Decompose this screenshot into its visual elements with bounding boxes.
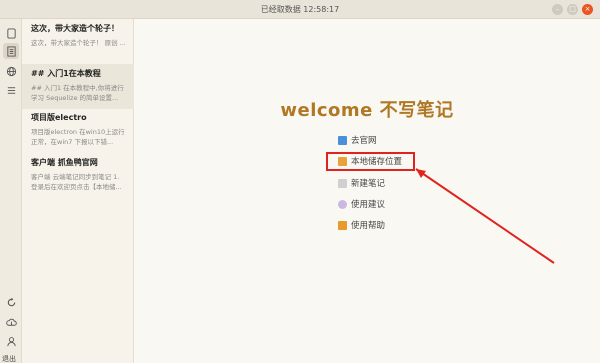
annotation-arrow bbox=[415, 168, 555, 264]
note-snippet: 项目版electron 在win10上运行正常，在win7 下报以下错... bbox=[31, 128, 125, 146]
note-list: 这次，带大家造个轮子！ 这次，带大家造个轮子！ 原创 ... ## 入门1在本教… bbox=[22, 19, 134, 363]
note-title: 这次，带大家造个轮子！ bbox=[31, 24, 119, 33]
upload-icon[interactable] bbox=[3, 314, 19, 330]
note-snippet: ## 入门1 在本教程中,你将进行学习 Sequelize 的简单设置... bbox=[31, 84, 124, 102]
note-title: 客户端 抓鱼鸭官网 bbox=[31, 158, 98, 167]
sync-icon[interactable] bbox=[3, 294, 19, 310]
icon-sidebar: 退出 bbox=[0, 19, 22, 363]
note-snippet: 这次，带大家造个轮子！ 原创 ... bbox=[31, 39, 126, 47]
file-icon[interactable] bbox=[3, 25, 19, 41]
note-item[interactable]: 客户端 抓鱼鸭官网 客户端 云端笔记同步到笔记 1. 登录后在欢迎页点击【本地储… bbox=[22, 153, 134, 198]
welcome-panel: welcome 不写笔记 去官网 本地储存位置 新建笔记 使用建议 使用帮助 bbox=[134, 19, 600, 363]
close-button[interactable]: × bbox=[582, 4, 593, 15]
note-title: ## 入门1在本教程 bbox=[31, 69, 101, 78]
minimize-button[interactable]: – bbox=[552, 4, 563, 15]
note-title: 项目版electro bbox=[31, 113, 87, 122]
user-icon[interactable] bbox=[3, 333, 19, 349]
title-bar: 已经取数据 12:58:17 – □ × bbox=[0, 0, 600, 19]
window-title: 已经取数据 12:58:17 bbox=[260, 5, 340, 14]
exit-button[interactable]: 退出 bbox=[2, 354, 16, 363]
note-snippet: 客户端 云端笔记同步到笔记 1. 登录后在欢迎页点击【本地储... bbox=[31, 173, 122, 191]
notebook-icon[interactable] bbox=[3, 43, 19, 59]
note-item[interactable]: 项目版electro 项目版electron 在win10上运行正常，在win7… bbox=[22, 108, 134, 153]
maximize-button[interactable]: □ bbox=[567, 4, 578, 15]
list-icon[interactable] bbox=[3, 82, 19, 98]
globe-icon[interactable] bbox=[3, 63, 19, 79]
note-item[interactable]: 这次，带大家造个轮子！ 这次，带大家造个轮子！ 原创 ... bbox=[22, 19, 134, 66]
note-item-selected[interactable]: ## 入门1在本教程 ## 入门1 在本教程中,你将进行学习 Sequelize… bbox=[22, 64, 134, 109]
